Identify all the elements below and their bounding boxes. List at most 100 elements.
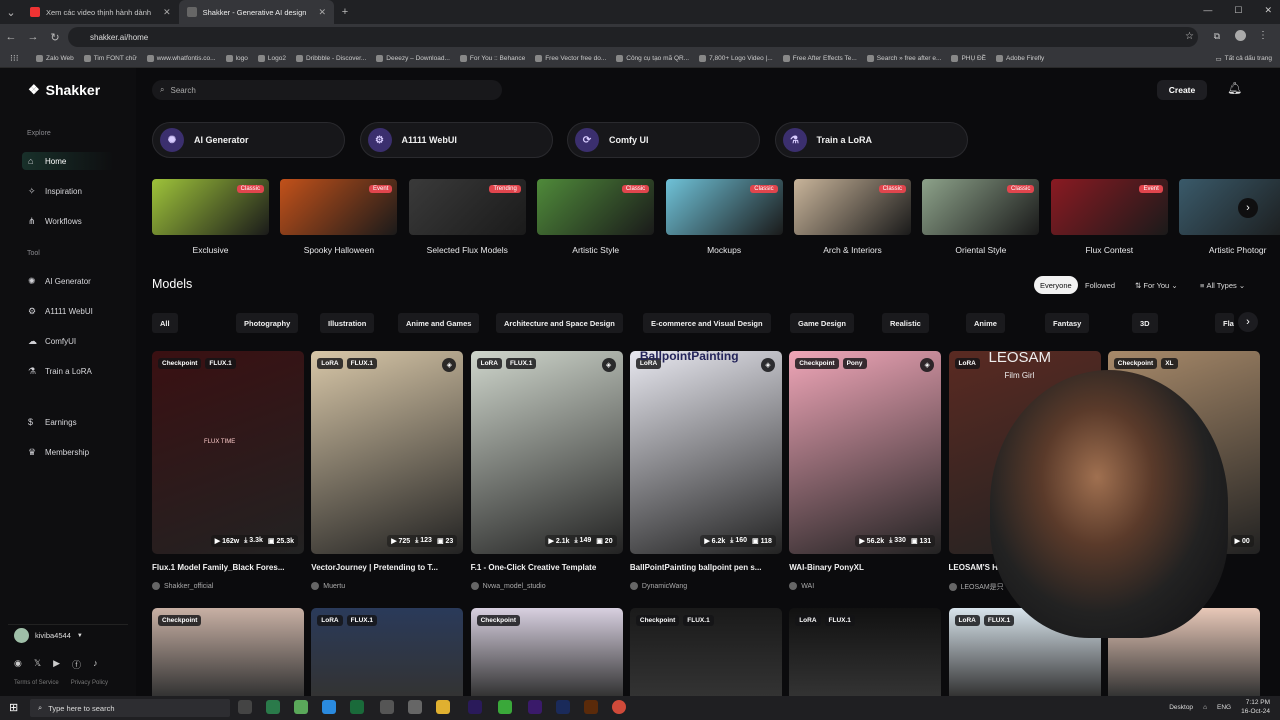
types-dropdown[interactable]: ≡ All Types ⌄ xyxy=(1194,276,1251,294)
bookmark-item[interactable]: For You :: Behance xyxy=(459,55,525,62)
category-card[interactable]: Classic Arch & Interiors xyxy=(794,179,911,255)
clock[interactable]: 7:12 PM 16-Oct-24 xyxy=(1241,698,1270,716)
all-bookmarks-folder[interactable]: ▭ Tất cả dấu trang xyxy=(1216,55,1273,63)
close-tab-icon[interactable]: ✕ xyxy=(163,7,171,18)
category-chip[interactable]: E-commerce and Visual Design xyxy=(643,313,771,333)
tool-card-a1111-webui[interactable]: ⚙ A1111 WebUI xyxy=(359,122,553,158)
model-title[interactable]: BallPointPainting ballpoint pen s... xyxy=(630,563,782,572)
app-icon[interactable] xyxy=(498,700,512,714)
app-icon[interactable] xyxy=(266,700,280,714)
model-author[interactable]: Muertu xyxy=(311,582,463,590)
sidebar-item-a1111-webui[interactable]: ⚙ A1111 WebUI xyxy=(22,302,114,320)
task-view-icon[interactable] xyxy=(238,700,252,714)
maximize-icon[interactable]: ☐ xyxy=(1234,5,1242,16)
extensions-icon[interactable]: ⧉ xyxy=(1214,31,1220,42)
model-card[interactable]: Checkpoint Pony ◈ ▶ 56.2k ⤓ 330 ▣ 131 xyxy=(789,351,942,554)
sidebar-item-ai-generator[interactable]: ✺ AI Generator xyxy=(22,272,114,290)
category-chip[interactable]: Realistic xyxy=(882,313,929,333)
category-chip[interactable]: Illustration xyxy=(320,313,375,333)
app-icon[interactable] xyxy=(380,700,394,714)
notification-bell-icon[interactable]: 🔔︎ xyxy=(1227,81,1242,95)
bookmark-item[interactable]: Dribbble - Discover... xyxy=(295,55,366,62)
category-chip[interactable]: Architecture and Space Design xyxy=(496,313,623,333)
tab-youtube[interactable]: Xem các video thịnh hành dành ✕ xyxy=(22,0,179,24)
sidebar-item-train-a-lora[interactable]: ⚗ Train a LoRA xyxy=(22,362,114,380)
model-title[interactable]: WAI-Binary PonyXL xyxy=(789,563,941,572)
category-chip[interactable]: Photography xyxy=(236,313,299,333)
windows-start-icon[interactable]: ⊞ xyxy=(9,701,18,714)
minimize-icon[interactable]: — xyxy=(1203,5,1212,16)
category-card[interactable]: Classic Exclusive xyxy=(152,179,269,255)
category-chip[interactable]: All xyxy=(152,313,178,333)
reload-icon[interactable]: ↻ xyxy=(44,31,66,44)
bookmark-item[interactable]: logo xyxy=(225,55,248,62)
model-card[interactable]: Checkpoint xyxy=(470,608,623,696)
model-author[interactable]: Nvwa_model_studio xyxy=(470,582,623,590)
premiere-icon[interactable] xyxy=(468,700,482,714)
tool-card-train-a-lora[interactable]: ⚗ Train a LoRA xyxy=(774,122,968,158)
bookmark-item[interactable]: Logo2 xyxy=(257,55,286,62)
bookmark-item[interactable]: Zalo Web xyxy=(36,55,74,62)
sidebar-item-home[interactable]: ⌂ Home xyxy=(22,152,114,170)
model-card[interactable]: LoRA ◈ BallpointPainting ▶ 6.2k ⤓ 160 ▣ 118 xyxy=(629,351,782,554)
model-card[interactable]: Checkpoint xyxy=(152,608,304,696)
terms-link[interactable]: Terms of Service xyxy=(14,680,59,686)
tab-list-icon[interactable]: ⌄ xyxy=(0,6,22,19)
sidebar-item-earnings[interactable]: $ Earnings xyxy=(22,413,114,431)
model-card[interactable]: LoRA FLUX.1 xyxy=(311,608,464,696)
category-card[interactable]: Classic Mockups xyxy=(665,179,783,255)
edge-icon[interactable] xyxy=(322,700,336,714)
shakker-logo[interactable]: ❖ Shakker xyxy=(28,82,100,98)
tiktok-icon[interactable]: ♪ xyxy=(93,658,98,671)
category-chip[interactable]: Anime xyxy=(966,313,1005,333)
app-icon[interactable] xyxy=(350,700,364,714)
lang-indicator[interactable]: ENG xyxy=(1217,704,1231,711)
sort-dropdown[interactable]: ⇅ For You ⌄ xyxy=(1129,276,1184,294)
network-icon[interactable]: ⌂ xyxy=(1203,704,1207,711)
chrome-icon[interactable] xyxy=(612,700,626,714)
chips-next-button[interactable]: › xyxy=(1238,312,1258,332)
followed-filter[interactable]: Followed xyxy=(1079,276,1121,294)
url-field[interactable]: shakker.ai/home xyxy=(68,27,1198,47)
model-card[interactable]: Checkpoint FLUX.1 FLUX TIME ▶ 162w ⤓ 3.3k ▣ 2… xyxy=(152,351,304,554)
search-input[interactable]: ⌕ Search xyxy=(152,80,502,100)
illustrator-icon[interactable] xyxy=(584,700,598,714)
category-card[interactable]: Classic Oriental Style xyxy=(922,179,1040,255)
category-chip[interactable]: Fla xyxy=(1215,313,1234,333)
category-card[interactable]: Event Flux Contest xyxy=(1050,179,1168,255)
model-title[interactable]: VectorJourney | Pretending to T... xyxy=(311,563,463,572)
carousel-next-button[interactable]: › xyxy=(1238,198,1258,218)
close-window-icon[interactable]: ✕ xyxy=(1264,5,1272,16)
menu-icon[interactable]: ⋮ xyxy=(1258,30,1268,41)
facebook-icon[interactable]: ⓕ xyxy=(72,658,81,671)
new-tab-icon[interactable]: + xyxy=(334,6,356,18)
sidebar-item-inspiration[interactable]: ✧ Inspiration xyxy=(22,182,114,200)
category-chip[interactable]: Anime and Games xyxy=(398,313,480,333)
bookmark-item[interactable]: PHỤ ĐỀ xyxy=(951,55,986,62)
bookmark-item[interactable]: Free Vector free do... xyxy=(535,55,606,62)
model-author[interactable]: DynamicWang xyxy=(629,582,782,590)
bookmark-item[interactable]: Adobe Firefly xyxy=(996,55,1044,62)
create-button[interactable]: Create xyxy=(1157,80,1207,100)
model-card[interactable]: Checkpoint FLUX.1 xyxy=(629,608,782,696)
app-icon[interactable] xyxy=(294,700,308,714)
discord-icon[interactable]: ◉ xyxy=(14,658,22,671)
profile-icon[interactable] xyxy=(1235,30,1246,41)
category-card[interactable]: Event Spooky Halloween xyxy=(280,179,398,255)
category-chip[interactable]: 3D xyxy=(1132,313,1158,333)
model-card[interactable]: LoRA FLUX.1 ◈ ▶ 725 ⤓ 123 ▣ 23 xyxy=(311,351,464,554)
bookmark-star-icon[interactable]: ☆ xyxy=(1185,31,1194,42)
back-icon[interactable]: ← xyxy=(0,31,22,43)
model-card[interactable]: LoRA FLUX.1 xyxy=(789,608,942,696)
bookmark-item[interactable]: 7,800+ Logo Video |... xyxy=(699,55,773,62)
app-icon[interactable] xyxy=(408,700,422,714)
apps-grid-icon[interactable]: ⁝⁝⁝ xyxy=(10,53,19,64)
category-card[interactable]: Trending Selected Flux Models xyxy=(408,179,526,255)
bookmark-item[interactable]: Free After Effects Te... xyxy=(782,55,857,62)
model-card[interactable]: LoRA FLUX.1 ◈ ▶ 2.1k ⤓ 149 ▣ 20 xyxy=(470,351,623,554)
category-chip[interactable]: Game Design xyxy=(790,313,854,333)
photoshop-icon[interactable] xyxy=(556,700,570,714)
desktop-label[interactable]: Desktop xyxy=(1169,704,1193,711)
bookmark-item[interactable]: Deeezy – Download... xyxy=(376,55,450,62)
user-menu[interactable]: kiviba4544 ▼ xyxy=(8,624,128,646)
